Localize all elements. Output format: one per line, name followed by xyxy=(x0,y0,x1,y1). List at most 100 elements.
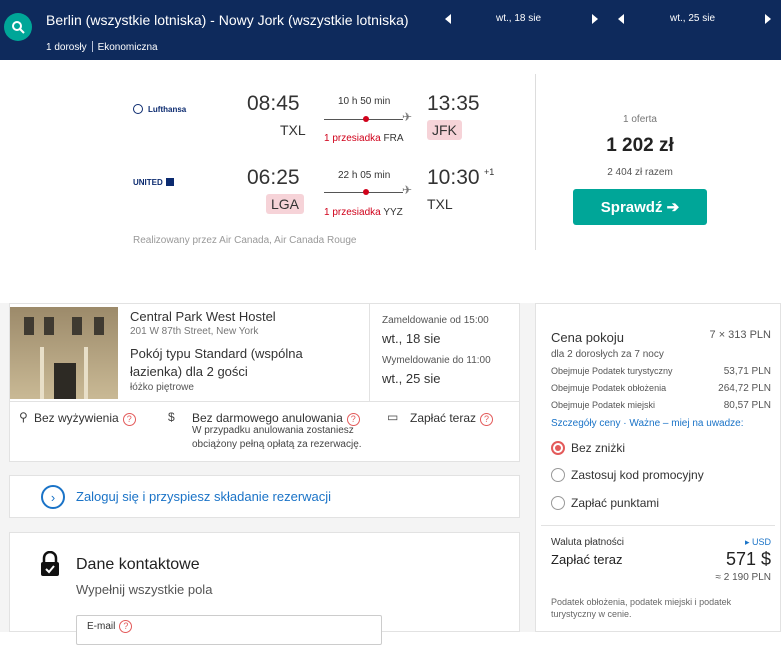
refund-icon: $ xyxy=(168,410,175,424)
pay-now-amount: 571 $ xyxy=(725,549,771,569)
inbound-stops: 1 przesiadka YYZ xyxy=(324,207,403,218)
depart-prev-day-button[interactable] xyxy=(445,13,455,25)
check-button[interactable]: Sprawdź ➔ xyxy=(573,189,707,225)
help-icon[interactable]: ? xyxy=(119,620,133,633)
chevron-right-circle-icon: › xyxy=(41,485,65,509)
help-icon[interactable]: ? xyxy=(122,413,136,426)
globe-icon xyxy=(165,178,174,186)
stopover-dot xyxy=(363,189,369,195)
tax-line-label: Obejmuje Podatek miejski xyxy=(551,400,656,410)
meal-label: Bez wyżywienia xyxy=(34,411,119,425)
stopover-dot xyxy=(363,116,369,122)
airline-name: Lufthansa xyxy=(148,105,187,114)
email-label-text: E-mail xyxy=(87,621,116,632)
cancellation-label: Bez darmowego anulowania xyxy=(192,411,343,425)
wallet-icon: ▭ xyxy=(387,410,399,424)
outbound-arrival-airport: JFK xyxy=(427,120,462,140)
pay-now-label: Zapłać teraz xyxy=(551,552,623,567)
depart-date[interactable]: wt., 18 sie xyxy=(496,13,541,24)
tax-line-value: 80,57 PLN xyxy=(723,400,771,411)
checkin-label: Zameldowanie od 15:00 xyxy=(382,315,489,326)
checkout-date: wt., 25 sie xyxy=(382,371,441,386)
hotel-photo xyxy=(10,307,118,399)
login-link[interactable]: Zaloguj się i przyspiesz składanie rezer… xyxy=(76,489,331,504)
outbound-departure-time: 08:45 xyxy=(247,92,300,115)
meal-info: Bez wyżywienia? xyxy=(34,411,136,426)
tax-note: Podatek obłożenia, podatek miejski i pod… xyxy=(551,597,732,619)
checkin-date: wt., 18 sie xyxy=(382,331,441,346)
option-no-discount-label[interactable]: Bez zniżki xyxy=(571,441,625,455)
checkout-label: Wymeldowanie do 11:00 xyxy=(382,355,491,366)
return-date[interactable]: wt., 25 sie xyxy=(670,13,715,24)
inbound-departure-time: 06:25 xyxy=(247,166,300,189)
option-points-radio[interactable] xyxy=(551,496,565,510)
lufthansa-logo: Lufthansa xyxy=(133,104,186,114)
passenger-summary[interactable]: 1 dorosły Ekonomiczna xyxy=(46,41,158,53)
divider xyxy=(535,74,536,250)
price-links: Szczegóły ceny · Ważne – miej na uwadze: xyxy=(551,418,744,429)
currency-selector[interactable]: ▸ USD xyxy=(745,537,771,548)
chevron-right-icon xyxy=(592,14,598,24)
hotel-name: Central Park West Hostel xyxy=(130,309,276,324)
inbound-departure-airport: LGA xyxy=(266,194,305,214)
option-promo-code-label[interactable]: Zastosuj kod promocyjny xyxy=(571,468,704,482)
chevron-left-icon xyxy=(445,14,451,24)
return-prev-day-button[interactable] xyxy=(618,13,628,25)
passenger-count: 1 dorosły xyxy=(46,42,87,53)
room-price-value: 7 × 313 PLN xyxy=(709,329,771,341)
flight-result-card[interactable] xyxy=(0,61,781,261)
email-label: E-mail? xyxy=(87,620,133,633)
room-price-label: Cena pokoju xyxy=(551,330,624,345)
contact-title: Dane kontaktowe xyxy=(76,556,200,573)
search-button[interactable] xyxy=(4,13,32,41)
option-points-label[interactable]: Zapłać punktami xyxy=(571,496,659,510)
cancellation-note: W przypadku anulowania zostaniesz obciąż… xyxy=(192,425,362,450)
return-next-day-button[interactable] xyxy=(765,13,775,25)
crane-icon xyxy=(133,104,143,114)
airline-name: UNITED xyxy=(133,178,163,187)
stopover-airport: FRA xyxy=(383,133,404,144)
contact-subtitle: Wypełnij wszystkie pola xyxy=(76,582,213,597)
search-icon xyxy=(12,21,25,34)
option-no-discount-radio[interactable] xyxy=(551,441,565,455)
inbound-arrival-time: 10:30 xyxy=(427,166,480,189)
plane-icon: ✈ xyxy=(402,110,413,124)
hotel-address: 201 W 87th Street, New York xyxy=(130,326,259,337)
guests-nights: dla 2 dorosłych za 7 nocy xyxy=(551,349,664,360)
important-notes-link[interactable]: Ważne – miej na uwadze: xyxy=(629,418,743,429)
route-title[interactable]: Berlin (wszystkie lotniska) - Nowy Jork … xyxy=(46,12,409,28)
flight-total-price: 2 404 zł razem xyxy=(607,167,673,178)
bed-type: łóżko piętrowe xyxy=(130,382,194,393)
divider xyxy=(369,303,370,401)
chevron-left-icon xyxy=(618,14,624,24)
help-icon[interactable]: ? xyxy=(480,413,494,426)
depart-next-day-button[interactable] xyxy=(592,13,602,25)
arrival-day-offset: +1 xyxy=(484,167,495,177)
divider xyxy=(9,401,520,402)
stopover-airport: YYZ xyxy=(383,207,403,218)
currency-label: Waluta płatności xyxy=(551,537,624,548)
lock-icon xyxy=(41,551,59,576)
option-promo-code-radio[interactable] xyxy=(551,468,565,482)
operated-by-note: Realizowany przez Air Canada, Air Canada… xyxy=(133,235,357,246)
outbound-departure-airport: TXL xyxy=(280,122,306,138)
outbound-stops: 1 przesiadka FRA xyxy=(324,133,403,144)
tax-line-value: 264,72 PLN xyxy=(718,383,771,394)
payment-info: Zapłać teraz? xyxy=(410,411,494,426)
divider xyxy=(91,41,93,52)
offers-count: 1 oferta xyxy=(623,114,657,125)
stops-count: 1 przesiadka xyxy=(324,133,381,144)
inbound-duration: 22 h 05 min xyxy=(338,170,391,181)
plane-icon: ✈ xyxy=(402,183,413,197)
room-type: Pokój typu Standard (wspólna łazienka) d… xyxy=(130,346,303,379)
cutlery-icon: ⚲ xyxy=(19,410,28,424)
tax-line-value: 53,71 PLN xyxy=(723,366,771,377)
price-details-link[interactable]: Szczegóły ceny xyxy=(551,418,620,429)
spacer xyxy=(0,261,781,303)
outbound-duration: 10 h 50 min xyxy=(338,96,391,107)
inbound-arrival-airport: TXL xyxy=(427,196,453,212)
chevron-right-icon xyxy=(765,14,771,24)
united-logo: UNITED xyxy=(133,178,174,187)
cabin-class: Ekonomiczna xyxy=(97,42,158,53)
tax-line-label: Obejmuje Podatek obłożenia xyxy=(551,383,667,393)
